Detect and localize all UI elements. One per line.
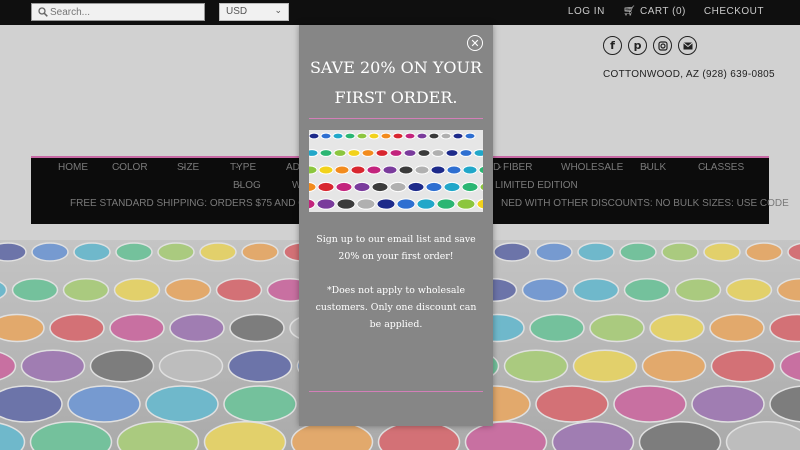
modal-title: SAVE 20% ON YOUR FIRST ORDER. bbox=[299, 53, 493, 113]
nav-item-wholesale[interactable]: WHOLESALE bbox=[561, 162, 623, 173]
chevron-down-icon: ⌄ bbox=[237, 181, 243, 188]
login-link[interactable]: LOG IN bbox=[568, 6, 605, 17]
modal-glitter-image bbox=[309, 130, 483, 212]
cart-link[interactable]: 🛒︎ CART (0) bbox=[623, 6, 686, 17]
currency-select[interactable]: USD ⌄ bbox=[219, 3, 289, 21]
currency-value: USD bbox=[226, 6, 248, 17]
nav-item-ad[interactable]: AD bbox=[286, 162, 300, 173]
search-input[interactable] bbox=[50, 4, 200, 20]
modal-offer-text: Sign up to our email list and save 20% o… bbox=[316, 234, 476, 262]
pinterest-icon[interactable]: p bbox=[628, 36, 647, 55]
chevron-down-icon: ⌄ bbox=[644, 163, 650, 170]
divider bbox=[309, 391, 483, 392]
chevron-down-icon: ⌄ bbox=[181, 163, 187, 170]
email-signup-modal: ✕ SAVE 20% ON YOUR FIRST ORDER. Sign up … bbox=[299, 25, 493, 426]
checkout-link[interactable]: CHECKOUT bbox=[704, 6, 764, 17]
social-links: f p bbox=[603, 36, 697, 55]
mail-icon[interactable] bbox=[678, 36, 697, 55]
chevron-down-icon: ⌄ bbox=[116, 163, 122, 170]
chevron-down-icon: ⌄ bbox=[497, 163, 503, 170]
shipping-banner-right: NED WITH OTHER DISCOUNTS: NO BULK SIZES:… bbox=[501, 198, 789, 209]
chevron-down-icon: ⌄ bbox=[274, 5, 282, 15]
nav-item-limited-edition[interactable]: LIMITED EDITION bbox=[495, 180, 578, 191]
chevron-down-icon: ⌄ bbox=[702, 163, 708, 170]
top-bar: USD ⌄ LOG IN 🛒︎ CART (0) CHECKOUT bbox=[0, 0, 800, 25]
search-box[interactable] bbox=[31, 3, 205, 21]
facebook-icon[interactable]: f bbox=[603, 36, 622, 55]
nav-item-home[interactable]: HOME bbox=[58, 162, 88, 173]
instagram-icon[interactable] bbox=[653, 36, 672, 55]
modal-title-line-1: SAVE 20% ON YOUR bbox=[309, 58, 483, 77]
chevron-down-icon: ⌄ bbox=[234, 163, 240, 170]
close-icon[interactable]: ✕ bbox=[467, 35, 483, 51]
modal-title-line-2: FIRST ORDER. bbox=[334, 88, 458, 107]
search-icon bbox=[38, 7, 48, 17]
cart-label: CART (0) bbox=[640, 6, 686, 17]
modal-disclaimer-text: *Does not apply to wholesale customers. … bbox=[315, 285, 477, 330]
account-links: LOG IN 🛒︎ CART (0) CHECKOUT bbox=[568, 6, 764, 17]
phone-location: COTTONWOOD, AZ (928) 639-0805 bbox=[603, 69, 775, 80]
divider bbox=[309, 118, 483, 119]
cart-icon: 🛒︎ bbox=[622, 6, 636, 17]
